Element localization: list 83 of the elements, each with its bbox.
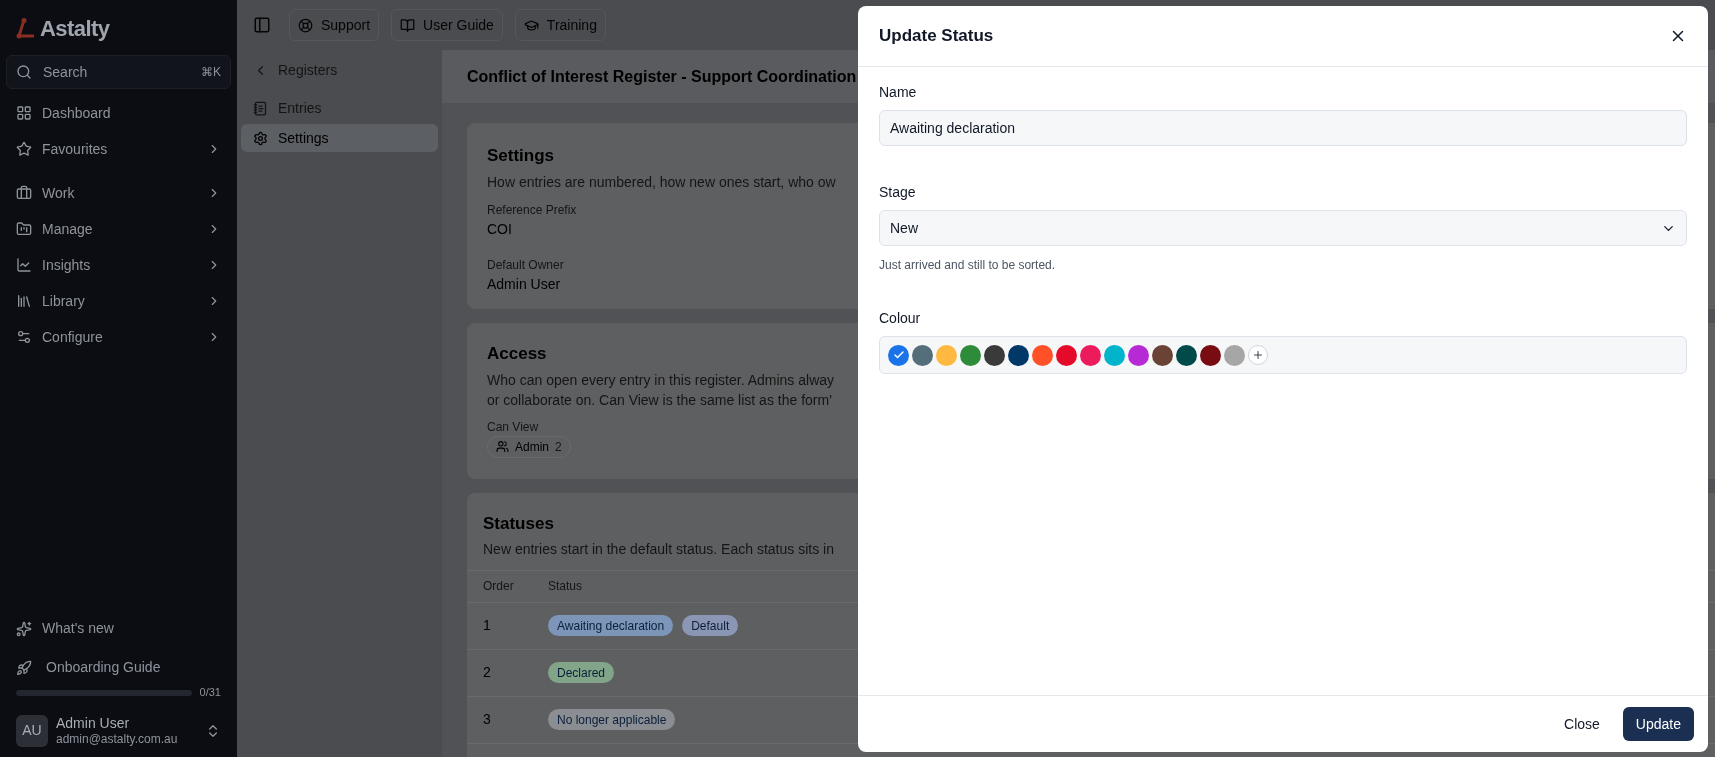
sidebar-item[interactable]: Work [6,175,231,211]
notebook-icon [253,100,268,116]
card-description: Who can open every entry in this register. Admins alway [487,370,835,390]
colour-swatch[interactable] [888,344,909,366]
sidebar-item[interactable]: Library [6,283,231,319]
sliders-icon [16,329,32,345]
chart-icon [16,257,32,273]
update-button[interactable]: Update [1622,707,1694,741]
card-title: Access [487,343,547,365]
name-input[interactable]: Awaiting declaration [879,110,1687,146]
check-icon [892,349,905,361]
briefcase-icon [16,185,32,201]
sidebar-item[interactable]: Insights [6,247,231,283]
onboarding-link[interactable]: Onboarding Guide [6,650,231,685]
colour-swatch[interactable] [1224,344,1245,366]
field-value: COI [487,219,512,239]
group-count: 2 [555,438,562,456]
user-name: Admin User [56,714,131,732]
colour-swatch[interactable] [936,344,957,366]
field-label: Name [879,83,917,102]
book-icon [400,17,416,33]
field-label: Default Owner [487,256,564,274]
close-text-button[interactable]: Close [1551,707,1613,741]
rocket-icon [16,659,32,676]
field-label: Colour [879,309,921,328]
colour-swatch[interactable] [1056,344,1077,366]
folder-icon [16,221,32,237]
card-title: Settings [487,145,555,167]
status-badge: Default [682,615,739,636]
lifebuoy-icon [298,17,313,33]
progress-count: 0/31 [199,685,221,701]
order-cell-text: 3 [483,710,492,729]
users-icon [496,440,509,453]
sparkles-icon [16,620,32,637]
panel-toggle-icon[interactable] [253,16,271,34]
colour-swatch[interactable] [1032,344,1053,366]
colour-swatch[interactable] [1152,344,1173,366]
colour-swatch[interactable] [912,344,933,366]
whats-new-link[interactable]: What's new [6,610,231,647]
status-badge: Declared [548,662,615,683]
colour-swatch[interactable] [984,344,1005,366]
sidebar-item[interactable]: Manage [6,211,231,247]
grid-icon [16,105,32,121]
dialog-title: Update Status [879,25,994,48]
logo-text: Astalty [40,15,110,43]
field-label: Stage [879,183,916,202]
add-colour-icon[interactable] [1248,345,1268,365]
order-cell-text: 2 [483,663,492,682]
card-description: or collaborate on. Can View is the same list as the form' [487,390,832,410]
colour-swatch[interactable] [1176,344,1197,366]
colour-swatch[interactable] [1128,344,1149,366]
colour-swatch[interactable] [1200,344,1221,366]
settings-icon [253,130,268,146]
avatar: AU [16,714,48,747]
shortcut-hint: ⌘K [201,64,221,80]
field-label: Can View [487,418,539,436]
colour-swatch[interactable] [960,344,981,366]
search-icon [16,64,32,80]
logo-icon [16,17,36,40]
sidebar-item[interactable]: Favourites [6,131,231,167]
status-badge: No longer applicable [548,709,676,730]
order-cell-text: 1 [483,616,492,635]
colour-swatch[interactable] [1080,344,1101,366]
card-title: Statuses [483,513,554,535]
column-header: Status [548,578,583,595]
card-description: How entries are numbered, how new ones start, who ow [487,172,836,192]
card-description: New entries start in the default status. Each status sits in [483,539,834,559]
field-hint: Just arrived and still to be sorted. [879,257,1056,274]
sidebar-item[interactable]: Configure [6,319,231,355]
colour-swatch[interactable] [1008,344,1029,366]
stage-select[interactable]: New [879,210,1687,246]
books-icon [16,293,32,309]
user-email: admin@astalty.com.au [56,732,179,747]
colour-swatch[interactable] [1104,344,1125,366]
register-nav-item[interactable]: Settings [241,124,438,152]
page-title: Conflict of Interest Register - Support Coordination [467,66,857,87]
column-header: Order [483,578,515,595]
field-label: Reference Prefix [487,201,577,219]
field-value: Admin User [487,274,561,294]
status-badge: Awaiting declaration [548,615,674,636]
sidebar-item[interactable]: Dashboard [6,95,231,131]
star-icon [16,141,32,157]
graduation-cap-icon [523,17,539,33]
